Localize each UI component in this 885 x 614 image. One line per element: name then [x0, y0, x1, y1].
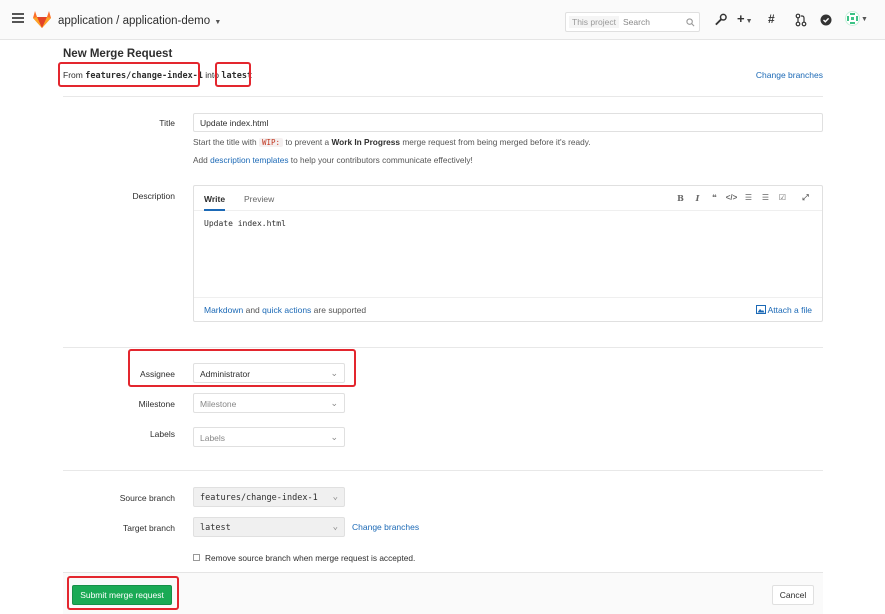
- search-box[interactable]: This project: [565, 12, 700, 32]
- wip-help-text: Start the title with WIP: to prevent a W…: [193, 137, 591, 147]
- description-textarea[interactable]: Update index.html: [204, 219, 286, 228]
- wip-help-part: to prevent a: [285, 137, 330, 147]
- editor-footer: Markdown and quick actions are supported…: [194, 297, 822, 321]
- italic-icon[interactable]: I: [689, 193, 706, 203]
- annotation-box-target-branch: [215, 62, 251, 87]
- image-icon: [755, 305, 766, 314]
- title-label: Title: [159, 118, 175, 128]
- search-icon: [686, 18, 695, 27]
- bold-icon[interactable]: B: [672, 193, 689, 203]
- plus-dropdown-icon[interactable]: +▼: [737, 11, 753, 27]
- source-branch-value: features/change-index-1: [200, 493, 318, 503]
- remove-source-branch-label: Remove source branch when merge request …: [205, 553, 416, 563]
- search-scope-badge: This project: [569, 16, 619, 28]
- target-branch-label: Target branch: [123, 523, 175, 533]
- chevron-down-icon: ⌄: [330, 432, 338, 442]
- top-navbar: application / application-demo ▼ This pr…: [0, 0, 885, 40]
- markdown-note: Markdown and quick actions are supported: [204, 305, 366, 315]
- issues-check-icon[interactable]: [820, 12, 832, 28]
- quote-icon[interactable]: ❝: [706, 193, 723, 203]
- template-help-part: Add: [193, 155, 208, 165]
- wip-help-part: merge request from being merged before i…: [402, 137, 591, 147]
- wip-help-part: Start the title with: [193, 137, 257, 147]
- milestone-label: Milestone: [138, 399, 175, 409]
- target-branch-value: latest: [200, 523, 231, 533]
- milestone-select[interactable]: Milestone ⌄: [193, 393, 345, 413]
- description-label: Description: [132, 191, 175, 201]
- attach-file-button[interactable]: Attach a file: [755, 305, 812, 315]
- wrench-icon[interactable]: [714, 12, 727, 28]
- annotation-box-assignee: [128, 349, 356, 387]
- menu-icon[interactable]: [12, 13, 24, 23]
- bullet-list-icon[interactable]: ☰: [740, 193, 757, 203]
- divider: [63, 96, 823, 97]
- wip-code: WIP:: [258, 138, 284, 147]
- title-input[interactable]: [193, 113, 823, 132]
- labels-select[interactable]: Labels ⌄: [193, 427, 345, 447]
- editor-tabs: Write Preview B I ❝ </> ☰ ☰ ☑ ⤢: [194, 186, 822, 211]
- fullscreen-icon[interactable]: ⤢: [797, 193, 814, 203]
- tab-write[interactable]: Write: [204, 186, 226, 211]
- change-branches-link[interactable]: Change branches: [352, 522, 419, 532]
- divider: [63, 470, 823, 471]
- source-branch-label: Source branch: [119, 493, 175, 503]
- user-avatar-dropdown[interactable]: ▼: [845, 11, 868, 27]
- wip-help-bold: Work In Progress: [331, 137, 401, 147]
- search-input[interactable]: [623, 14, 685, 30]
- markdown-note-part: and: [245, 305, 260, 315]
- cancel-button[interactable]: Cancel: [772, 585, 814, 605]
- divider: [63, 347, 823, 348]
- gitlab-logo-icon[interactable]: [33, 11, 51, 28]
- description-templates-link[interactable]: description templates: [210, 155, 288, 165]
- template-help-part: to help your contributors communicate ef…: [290, 155, 473, 165]
- markdown-note-part: are supported: [313, 305, 367, 315]
- page-title: New Merge Request: [63, 48, 173, 60]
- project-path-dropdown[interactable]: application / application-demo ▼: [58, 15, 221, 27]
- tab-preview[interactable]: Preview: [244, 194, 274, 204]
- milestone-value: Milestone: [200, 399, 237, 409]
- markdown-toolbar: B I ❝ </> ☰ ☰ ☑ ⤢: [672, 193, 814, 203]
- attach-file-label: Attach a file: [767, 305, 812, 315]
- target-branch-select[interactable]: latest ⌄: [193, 517, 345, 537]
- template-help-text: Add description templates to help your c…: [193, 155, 473, 165]
- change-branches-link[interactable]: Change branches: [756, 70, 823, 80]
- project-path-label: application / application-demo: [58, 15, 211, 27]
- merge-request-icon[interactable]: [795, 12, 807, 28]
- labels-value: Labels: [200, 433, 226, 443]
- chevron-down-icon: ⌄: [332, 492, 338, 502]
- todo-hash-icon[interactable]: #: [768, 12, 775, 28]
- chevron-down-icon: ⌄: [330, 398, 338, 408]
- annotation-box-submit: [67, 576, 179, 610]
- quick-actions-link[interactable]: quick actions: [262, 305, 311, 315]
- markdown-link[interactable]: Markdown: [204, 305, 243, 315]
- code-icon[interactable]: </>: [723, 193, 740, 203]
- remove-source-branch-checkbox[interactable]: [193, 554, 200, 561]
- chevron-down-icon: ⌄: [332, 522, 338, 532]
- annotation-box-source-branch: [58, 62, 200, 87]
- numbered-list-icon[interactable]: ☰: [757, 193, 774, 203]
- avatar-icon: [845, 11, 860, 26]
- source-branch-select[interactable]: features/change-index-1 ⌄: [193, 487, 345, 507]
- description-editor: Write Preview B I ❝ </> ☰ ☰ ☑ ⤢ Update i…: [193, 185, 823, 322]
- chevron-down-icon: ▼: [214, 19, 222, 26]
- labels-label: Labels: [149, 429, 175, 439]
- task-list-icon[interactable]: ☑: [774, 193, 791, 203]
